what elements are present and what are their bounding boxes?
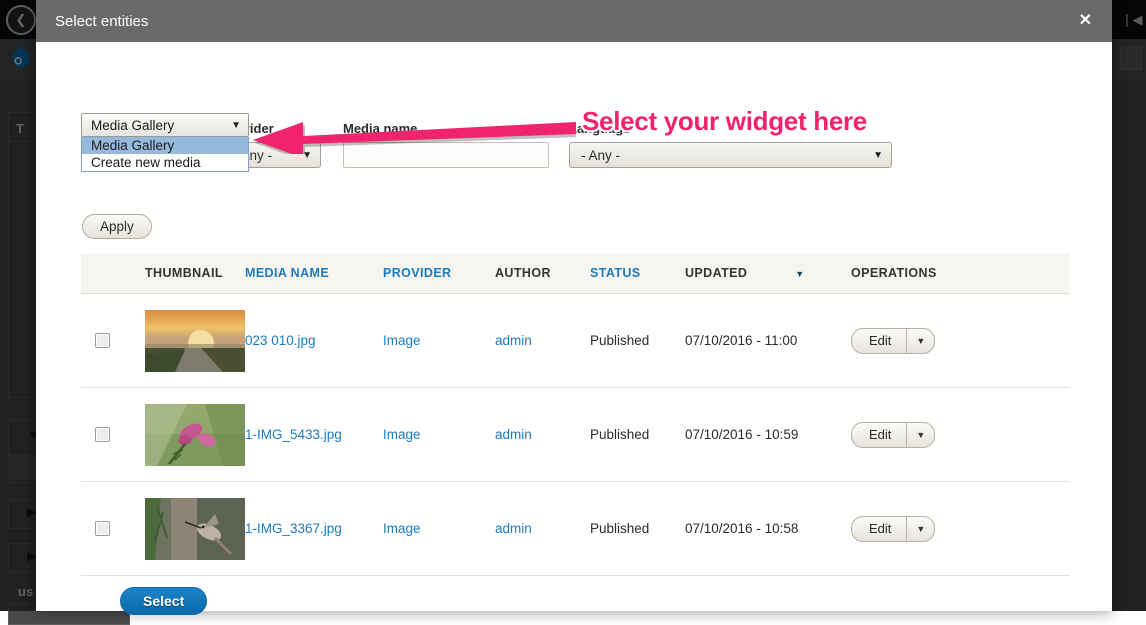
row-status-cell: Published: [590, 482, 685, 576]
column-provider-link[interactable]: PROVIDER: [383, 266, 452, 280]
media-table: THUMBNAIL MEDIA NAME PROVIDER AUTHOR STA…: [81, 253, 1070, 576]
chevron-down-icon[interactable]: ▼: [906, 423, 934, 447]
edit-button-group[interactable]: Edit ▼: [851, 516, 935, 542]
provider-link[interactable]: Image: [383, 333, 421, 348]
row-updated-cell: 07/10/2016 - 10:58: [685, 482, 851, 576]
column-updated[interactable]: UPDATED ▼: [685, 253, 851, 294]
provider-link[interactable]: Image: [383, 521, 421, 536]
row-checkbox[interactable]: [95, 521, 110, 536]
row-operations-cell: Edit ▼: [851, 482, 1070, 576]
column-provider[interactable]: PROVIDER: [383, 253, 495, 294]
row-status-cell: Published: [590, 294, 685, 388]
left-arrow-callout-icon: [251, 112, 576, 154]
row-name-cell: 1-IMG_3367.jpg: [245, 482, 383, 576]
row-select-cell: [81, 388, 145, 482]
sort-descending-icon: ▼: [795, 269, 804, 279]
row-updated-cell: 07/10/2016 - 11:00: [685, 294, 851, 388]
row-provider-cell: Image: [383, 294, 495, 388]
row-author-cell: admin: [495, 482, 590, 576]
row-author-cell: admin: [495, 388, 590, 482]
edit-button-group[interactable]: Edit ▼: [851, 328, 935, 354]
row-select-cell: [81, 294, 145, 388]
row-checkbox[interactable]: [95, 333, 110, 348]
edit-button-group[interactable]: Edit ▼: [851, 422, 935, 448]
table-head: THUMBNAIL MEDIA NAME PROVIDER AUTHOR STA…: [81, 253, 1070, 294]
annotation-text: Select your widget here: [582, 106, 867, 137]
row-author-cell: admin: [495, 294, 590, 388]
chevron-down-icon[interactable]: ▼: [906, 329, 934, 353]
row-status-cell: Published: [590, 388, 685, 482]
column-operations: OPERATIONS: [851, 253, 1070, 294]
column-author: AUTHOR: [495, 253, 590, 294]
column-thumbnail: THUMBNAIL: [145, 253, 245, 294]
author-link[interactable]: admin: [495, 521, 532, 536]
widget-select[interactable]: Media Gallery ▼ Media Gallery Create new…: [81, 113, 249, 172]
widget-option-create-new-media[interactable]: Create new media: [82, 154, 248, 171]
table-row: 1-IMG_3367.jpg Image admin Published 07/…: [81, 482, 1070, 576]
column-status[interactable]: STATUS: [590, 253, 685, 294]
row-name-cell: 023 010.jpg: [245, 294, 383, 388]
media-name-link[interactable]: 1-IMG_3367.jpg: [245, 521, 342, 536]
media-name-link[interactable]: 023 010.jpg: [245, 333, 316, 348]
filter-language-value: - Any -: [581, 148, 620, 163]
widget-option-media-gallery[interactable]: Media Gallery: [82, 137, 248, 154]
column-media-name[interactable]: MEDIA NAME: [245, 253, 383, 294]
chevron-down-icon: ▼: [231, 120, 241, 131]
author-link[interactable]: admin: [495, 427, 532, 442]
row-select-cell: [81, 482, 145, 576]
edit-button[interactable]: Edit: [852, 423, 906, 447]
author-link[interactable]: admin: [495, 333, 532, 348]
select-entities-dialog: Select entities ✕ Type - Any - ▼ Provide…: [36, 0, 1112, 611]
sunset-road-thumbnail: [145, 310, 245, 372]
row-updated-cell: 07/10/2016 - 10:59: [685, 388, 851, 482]
column-status-link[interactable]: STATUS: [590, 266, 641, 280]
row-operations-cell: Edit ▼: [851, 388, 1070, 482]
widget-select-options: Media Gallery Create new media: [81, 137, 249, 172]
row-provider-cell: Image: [383, 388, 495, 482]
row-thumbnail-cell: [145, 388, 245, 482]
row-thumbnail-cell: [145, 294, 245, 388]
edit-button[interactable]: Edit: [852, 517, 906, 541]
filter-language-select[interactable]: - Any - ▼: [569, 142, 892, 168]
row-name-cell: 1-IMG_5433.jpg: [245, 388, 383, 482]
table-row: 1-IMG_5433.jpg Image admin Published 07/…: [81, 388, 1070, 482]
apply-button[interactable]: Apply: [82, 214, 152, 239]
hummingbird-thumbnail: [145, 498, 245, 560]
close-icon[interactable]: ✕: [1077, 13, 1094, 29]
dialog-header: Select entities ✕: [36, 0, 1112, 42]
row-thumbnail-cell: [145, 482, 245, 576]
edit-button[interactable]: Edit: [852, 329, 906, 353]
column-media-name-link[interactable]: MEDIA NAME: [245, 266, 329, 280]
table-header-row: THUMBNAIL MEDIA NAME PROVIDER AUTHOR STA…: [81, 253, 1070, 294]
chevron-down-icon: ▼: [873, 150, 883, 161]
column-updated-label[interactable]: UPDATED: [685, 266, 747, 280]
chevron-down-icon[interactable]: ▼: [906, 517, 934, 541]
column-select: [81, 253, 145, 294]
widget-select-value: Media Gallery: [91, 118, 174, 133]
table-body: 023 010.jpg Image admin Published 07/10/…: [81, 294, 1070, 576]
media-name-link[interactable]: 1-IMG_5433.jpg: [245, 427, 342, 442]
dialog-title: Select entities: [55, 13, 148, 30]
provider-link[interactable]: Image: [383, 427, 421, 442]
row-provider-cell: Image: [383, 482, 495, 576]
row-operations-cell: Edit ▼: [851, 294, 1070, 388]
table-row: 023 010.jpg Image admin Published 07/10/…: [81, 294, 1070, 388]
row-checkbox[interactable]: [95, 427, 110, 442]
pink-flower-thumbnail: [145, 404, 245, 466]
widget-select-trigger[interactable]: Media Gallery ▼: [81, 113, 249, 137]
dialog-body: Type - Any - ▼ Provider - Any - ▼ Media …: [36, 42, 1112, 611]
